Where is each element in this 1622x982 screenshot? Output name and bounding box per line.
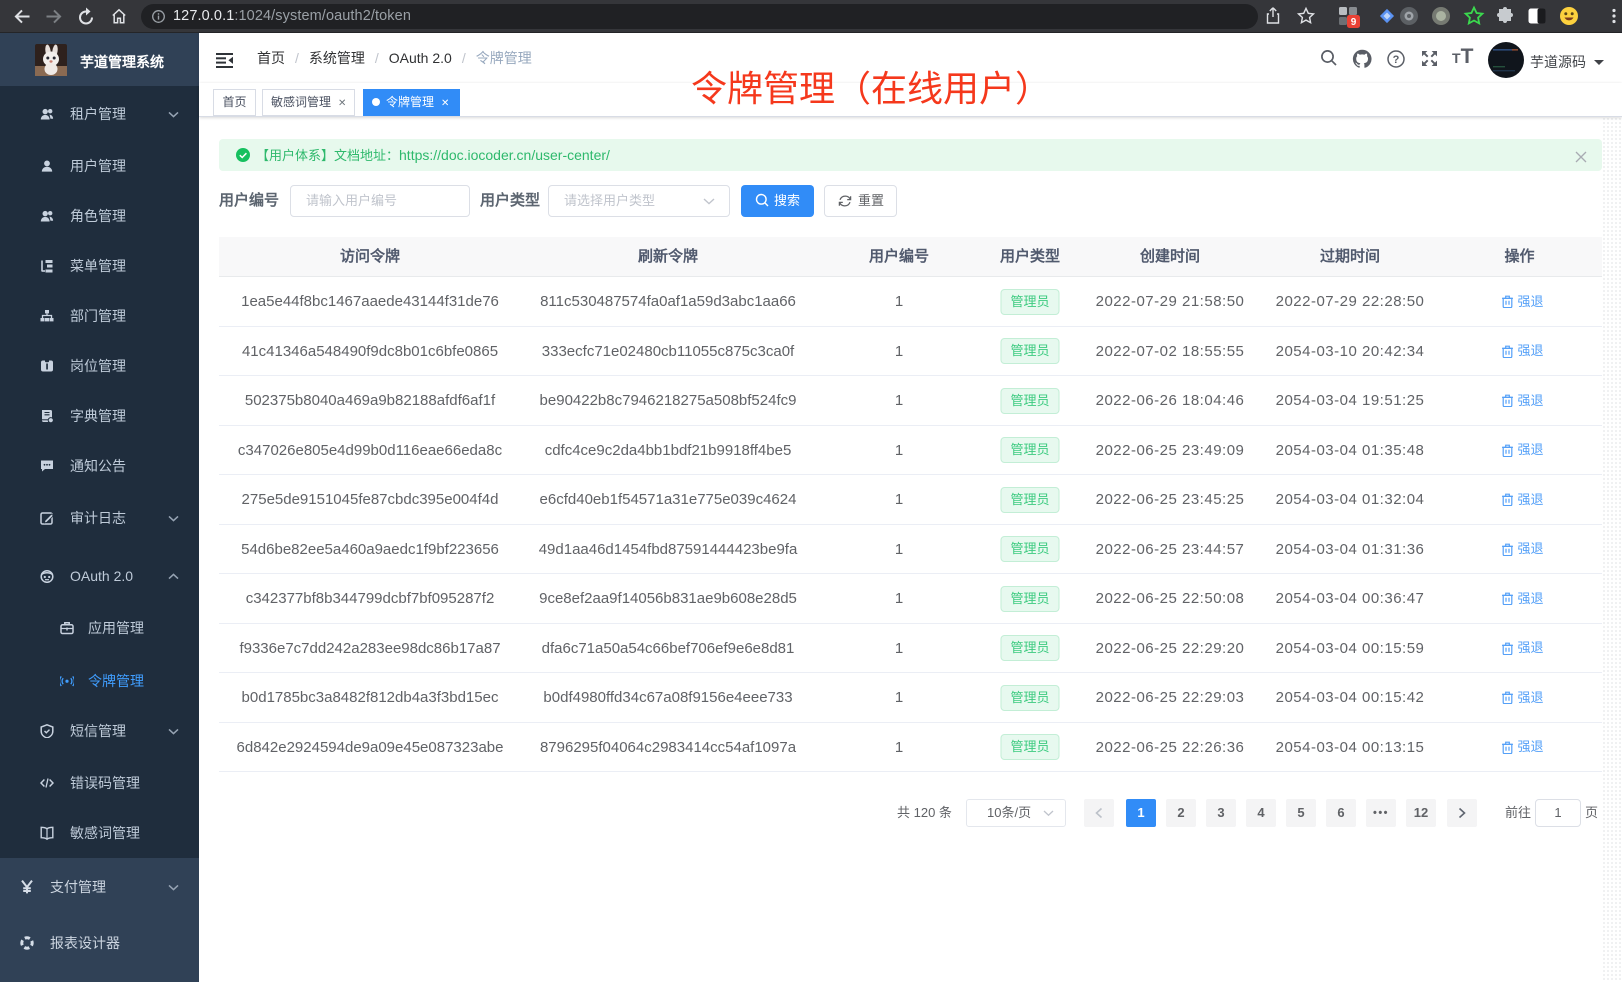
svg-text:?: ? — [1393, 54, 1400, 66]
svg-text:9: 9 — [1351, 17, 1357, 28]
